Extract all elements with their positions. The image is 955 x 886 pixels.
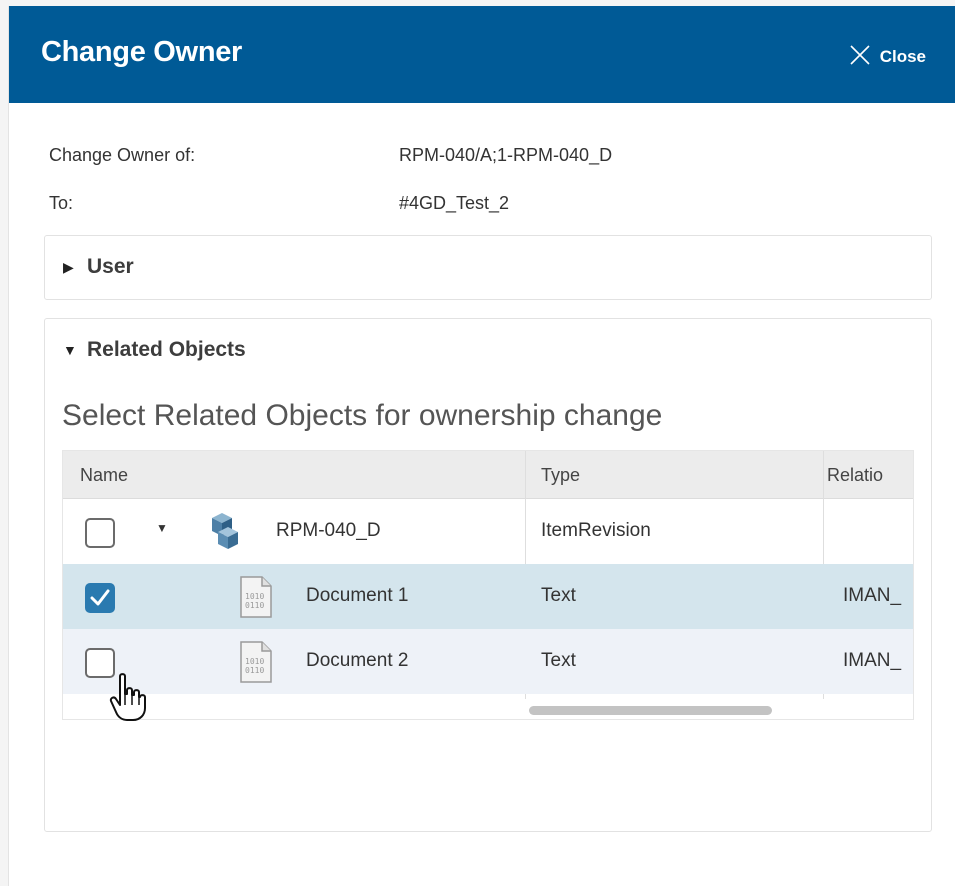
table-row[interactable]: ▼ RPM-040_D ItemRevision (63, 499, 913, 564)
caret-down-icon: ▼ (63, 342, 77, 358)
horizontal-scrollbar[interactable] (529, 706, 772, 715)
svg-text:0110: 0110 (245, 666, 264, 675)
text-document-icon: 1010 0110 (239, 576, 273, 623)
svg-text:0110: 0110 (245, 601, 264, 610)
text-document-icon: 1010 0110 (239, 641, 273, 688)
related-objects-grid: Name Type Relatio ▼ RPM-040_D ItemRevisi… (62, 450, 914, 720)
item-revision-icon (206, 512, 242, 555)
row-type: Text (541, 585, 576, 606)
column-header-name[interactable]: Name (80, 465, 128, 486)
row-relation: IMAN_ (843, 585, 902, 606)
change-owner-of-label: Change Owner of: (49, 145, 196, 165)
related-objects-section: ▼ Related Objects Select Related Objects… (44, 318, 932, 832)
column-header-relation[interactable]: Relatio (827, 465, 883, 486)
dialog-header: Change Owner Close (9, 6, 955, 103)
to-value: #4GD_Test_2 (399, 193, 510, 213)
svg-text:1010: 1010 (245, 592, 264, 601)
related-objects-toggle[interactable]: ▼ Related Objects (63, 338, 246, 362)
hand-cursor-icon (108, 672, 148, 727)
svg-text:1010: 1010 (245, 657, 264, 666)
change-owner-panel: Change Owner Close Change Owner of: RPM-… (8, 6, 955, 886)
related-objects-label: Related Objects (87, 338, 246, 361)
close-icon (848, 43, 872, 72)
close-button[interactable]: Close (848, 44, 926, 70)
user-section: ▶ User (44, 235, 932, 300)
to-label: To: (49, 193, 74, 213)
table-row[interactable]: 1010 0110 Document 1 Text IMAN_ (63, 564, 913, 629)
change-owner-of-value: RPM-040/A;1-RPM-040_D (399, 145, 613, 165)
grid-header: Name Type Relatio (63, 451, 913, 499)
caret-right-icon: ▶ (63, 258, 74, 275)
row-name: Document 2 (306, 650, 409, 671)
user-section-toggle[interactable]: ▶ User (63, 255, 134, 279)
related-objects-subtitle: Select Related Objects for ownership cha… (62, 399, 663, 432)
table-row[interactable]: 1010 0110 Document 2 Text IMAN_ (63, 629, 913, 694)
user-section-label: User (87, 255, 134, 278)
checkmark-icon (90, 589, 110, 606)
row-name: Document 1 (306, 585, 409, 606)
expand-caret-icon[interactable]: ▼ (156, 521, 168, 535)
row-name: RPM-040_D (276, 520, 381, 541)
row-type: Text (541, 650, 576, 671)
row-relation: IMAN_ (843, 650, 902, 671)
column-header-type[interactable]: Type (541, 465, 580, 486)
row-checkbox[interactable] (85, 518, 115, 548)
row-checkbox[interactable] (85, 583, 115, 613)
dialog-title: Change Owner (41, 36, 243, 68)
close-label: Close (879, 47, 926, 66)
row-type: ItemRevision (541, 520, 651, 541)
